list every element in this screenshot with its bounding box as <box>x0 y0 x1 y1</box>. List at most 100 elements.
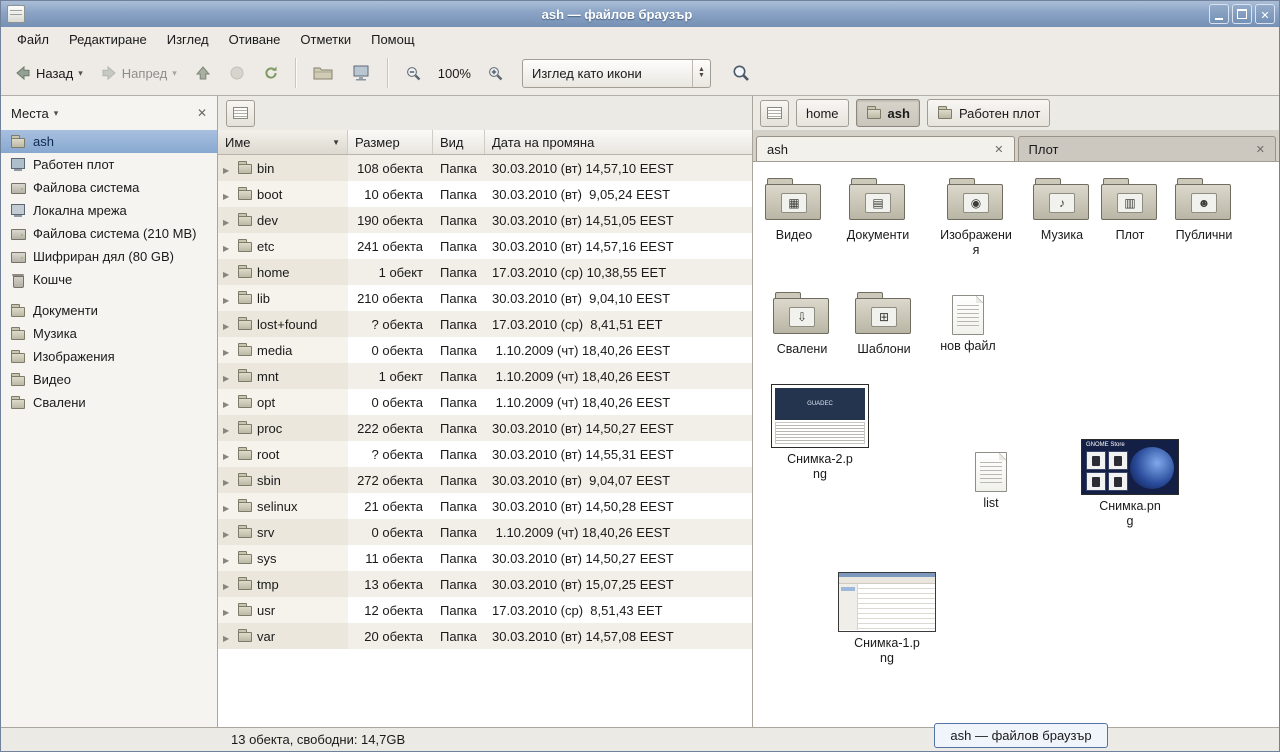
sidebar-item[interactable]: Шифриран дял (80 GB) <box>1 245 217 268</box>
expander-icon[interactable] <box>223 161 233 176</box>
reload-button[interactable] <box>255 56 287 90</box>
table-row[interactable]: var 20 обекта Папка 30.03.2010 (вт) 14,5… <box>218 623 752 649</box>
search-button[interactable] <box>723 56 759 90</box>
menu-item[interactable]: Редактиране <box>59 29 157 50</box>
view-mode-spinner-icon[interactable]: ▲▼ <box>692 60 710 87</box>
computer-button[interactable] <box>343 56 379 90</box>
expander-icon[interactable] <box>223 369 233 384</box>
column-header-size[interactable]: Размер <box>348 130 433 154</box>
table-row[interactable]: selinux 21 обекта Папка 30.03.2010 (вт) … <box>218 493 752 519</box>
table-row[interactable]: tmp 13 обекта Папка 30.03.2010 (вт) 15,0… <box>218 571 752 597</box>
sidebar-item[interactable]: Документи <box>1 299 217 322</box>
zoom-in-button[interactable] <box>479 56 512 90</box>
table-row[interactable]: srv 0 обекта Папка 1.10.2009 (чт) 18,40,… <box>218 519 752 545</box>
sidebar-dropdown-icon[interactable]: ▾ <box>54 108 59 119</box>
table-row[interactable]: bin 108 обекта Папка 30.03.2010 (вт) 14,… <box>218 155 752 181</box>
breadcrumb-button[interactable]: Работен плот <box>927 99 1050 127</box>
icon-downloads-folder[interactable]: Свалени <box>763 290 841 357</box>
column-header-name[interactable]: Име ▼ <box>218 130 348 154</box>
menu-item[interactable]: Изглед <box>157 29 219 50</box>
table-row[interactable]: lib 210 обекта Папка 30.03.2010 (вт) 9,0… <box>218 285 752 311</box>
table-row[interactable]: etc 241 обекта Папка 30.03.2010 (вт) 14,… <box>218 233 752 259</box>
expander-icon[interactable] <box>223 525 233 540</box>
table-row[interactable]: sys 11 обекта Папка 30.03.2010 (вт) 14,5… <box>218 545 752 571</box>
breadcrumb-button[interactable]: ash <box>856 99 920 127</box>
table-row[interactable]: usr 12 обекта Папка 17.03.2010 (ср) 8,51… <box>218 597 752 623</box>
sidebar-close-icon[interactable]: ✕ <box>197 106 207 120</box>
icon-templates-folder[interactable]: Шаблони <box>845 290 923 357</box>
location-bar-toggle-button[interactable] <box>226 100 255 127</box>
icon-snimka1-image[interactable]: Снимка-1.png <box>832 572 942 666</box>
titlebar[interactable]: ash — файлов браузър <box>1 1 1279 28</box>
zoom-out-button[interactable] <box>397 56 430 90</box>
expander-icon[interactable] <box>223 265 233 280</box>
table-row[interactable]: root ? обекта Папка 30.03.2010 (вт) 14,5… <box>218 441 752 467</box>
icon-new-file[interactable]: нов файл <box>929 295 1007 354</box>
maximize-button[interactable] <box>1232 4 1252 24</box>
table-row[interactable]: boot 10 обекта Папка 30.03.2010 (вт) 9,0… <box>218 181 752 207</box>
expander-icon[interactable] <box>223 551 233 566</box>
expander-icon[interactable] <box>223 629 233 644</box>
sidebar-item[interactable]: ash <box>1 130 217 153</box>
sidebar-item[interactable]: Файлова система (210 MB) <box>1 222 217 245</box>
close-button[interactable] <box>1255 4 1275 24</box>
stop-button[interactable] <box>221 56 253 90</box>
icon-music-folder[interactable]: Музика <box>1023 176 1101 243</box>
sidebar-item[interactable]: Музика <box>1 322 217 345</box>
sidebar-item[interactable]: Работен плот <box>1 153 217 176</box>
expander-icon[interactable] <box>223 239 233 254</box>
expander-icon[interactable] <box>223 473 233 488</box>
icon-public-folder[interactable]: Публични <box>1165 176 1243 243</box>
forward-button[interactable]: Напред ▾ <box>93 56 185 90</box>
expander-icon[interactable] <box>223 187 233 202</box>
expander-icon[interactable] <box>223 213 233 228</box>
menu-item[interactable]: Файл <box>7 29 59 50</box>
sidebar-item[interactable]: Свалени <box>1 391 217 414</box>
icon-list-file[interactable]: list <box>952 452 1030 511</box>
tab-close-icon[interactable]: ✕ <box>1256 143 1265 156</box>
column-header-type[interactable]: Вид <box>433 130 485 154</box>
sidebar-title[interactable]: Места <box>11 106 49 121</box>
column-header-date[interactable]: Дата на промяна <box>485 130 752 154</box>
menu-item[interactable]: Отиване <box>219 29 291 50</box>
sidebar-item[interactable]: Видео <box>1 368 217 391</box>
sidebar-item[interactable]: Изображения <box>1 345 217 368</box>
menu-item[interactable]: Отметки <box>290 29 361 50</box>
table-row[interactable]: sbin 272 обекта Папка 30.03.2010 (вт) 9,… <box>218 467 752 493</box>
icon-snimka-image[interactable]: GNOME Store Снимка.png <box>1075 439 1185 529</box>
icon-desktop-folder[interactable]: Плот <box>1091 176 1169 243</box>
back-button[interactable]: Назад ▾ <box>7 56 91 90</box>
home-button[interactable] <box>305 56 341 90</box>
expander-icon[interactable] <box>223 343 233 358</box>
expander-icon[interactable] <box>223 291 233 306</box>
table-row[interactable]: home 1 обект Папка 17.03.2010 (ср) 10,38… <box>218 259 752 285</box>
table-row[interactable]: dev 190 обекта Папка 30.03.2010 (вт) 14,… <box>218 207 752 233</box>
tab[interactable]: ash ✕ <box>756 136 1015 161</box>
expander-icon[interactable] <box>223 499 233 514</box>
expander-icon[interactable] <box>223 317 233 332</box>
icon-videos-folder[interactable]: Видео <box>755 176 833 243</box>
icon-snimka2-image[interactable]: GUADEC Снимка-2.png <box>768 384 872 482</box>
menu-item[interactable]: Помощ <box>361 29 424 50</box>
sidebar-item[interactable]: Файлова система <box>1 176 217 199</box>
expander-icon[interactable] <box>223 577 233 592</box>
sidebar-item[interactable]: Кошче <box>1 268 217 291</box>
back-dropdown-icon[interactable]: ▾ <box>78 68 83 79</box>
expander-icon[interactable] <box>223 603 233 618</box>
icon-documents-folder[interactable]: Документи <box>839 176 917 243</box>
location-bar-toggle-button[interactable] <box>760 100 789 127</box>
table-row[interactable]: proc 222 обекта Папка 30.03.2010 (вт) 14… <box>218 415 752 441</box>
minimize-button[interactable] <box>1209 4 1229 24</box>
table-row[interactable]: opt 0 обекта Папка 1.10.2009 (чт) 18,40,… <box>218 389 752 415</box>
expander-icon[interactable] <box>223 447 233 462</box>
icon-images-folder[interactable]: Изображения <box>937 176 1015 258</box>
expander-icon[interactable] <box>223 395 233 410</box>
tab-close-icon[interactable]: ✕ <box>994 143 1003 156</box>
table-row[interactable]: lost+found ? обекта Папка 17.03.2010 (ср… <box>218 311 752 337</box>
breadcrumb-button[interactable]: home <box>796 99 849 127</box>
sidebar-item[interactable]: Локална мрежа <box>1 199 217 222</box>
table-row[interactable]: mnt 1 обект Папка 1.10.2009 (чт) 18,40,2… <box>218 363 752 389</box>
expander-icon[interactable] <box>223 421 233 436</box>
tab[interactable]: Плот ✕ <box>1018 136 1277 161</box>
up-button[interactable] <box>187 56 219 90</box>
